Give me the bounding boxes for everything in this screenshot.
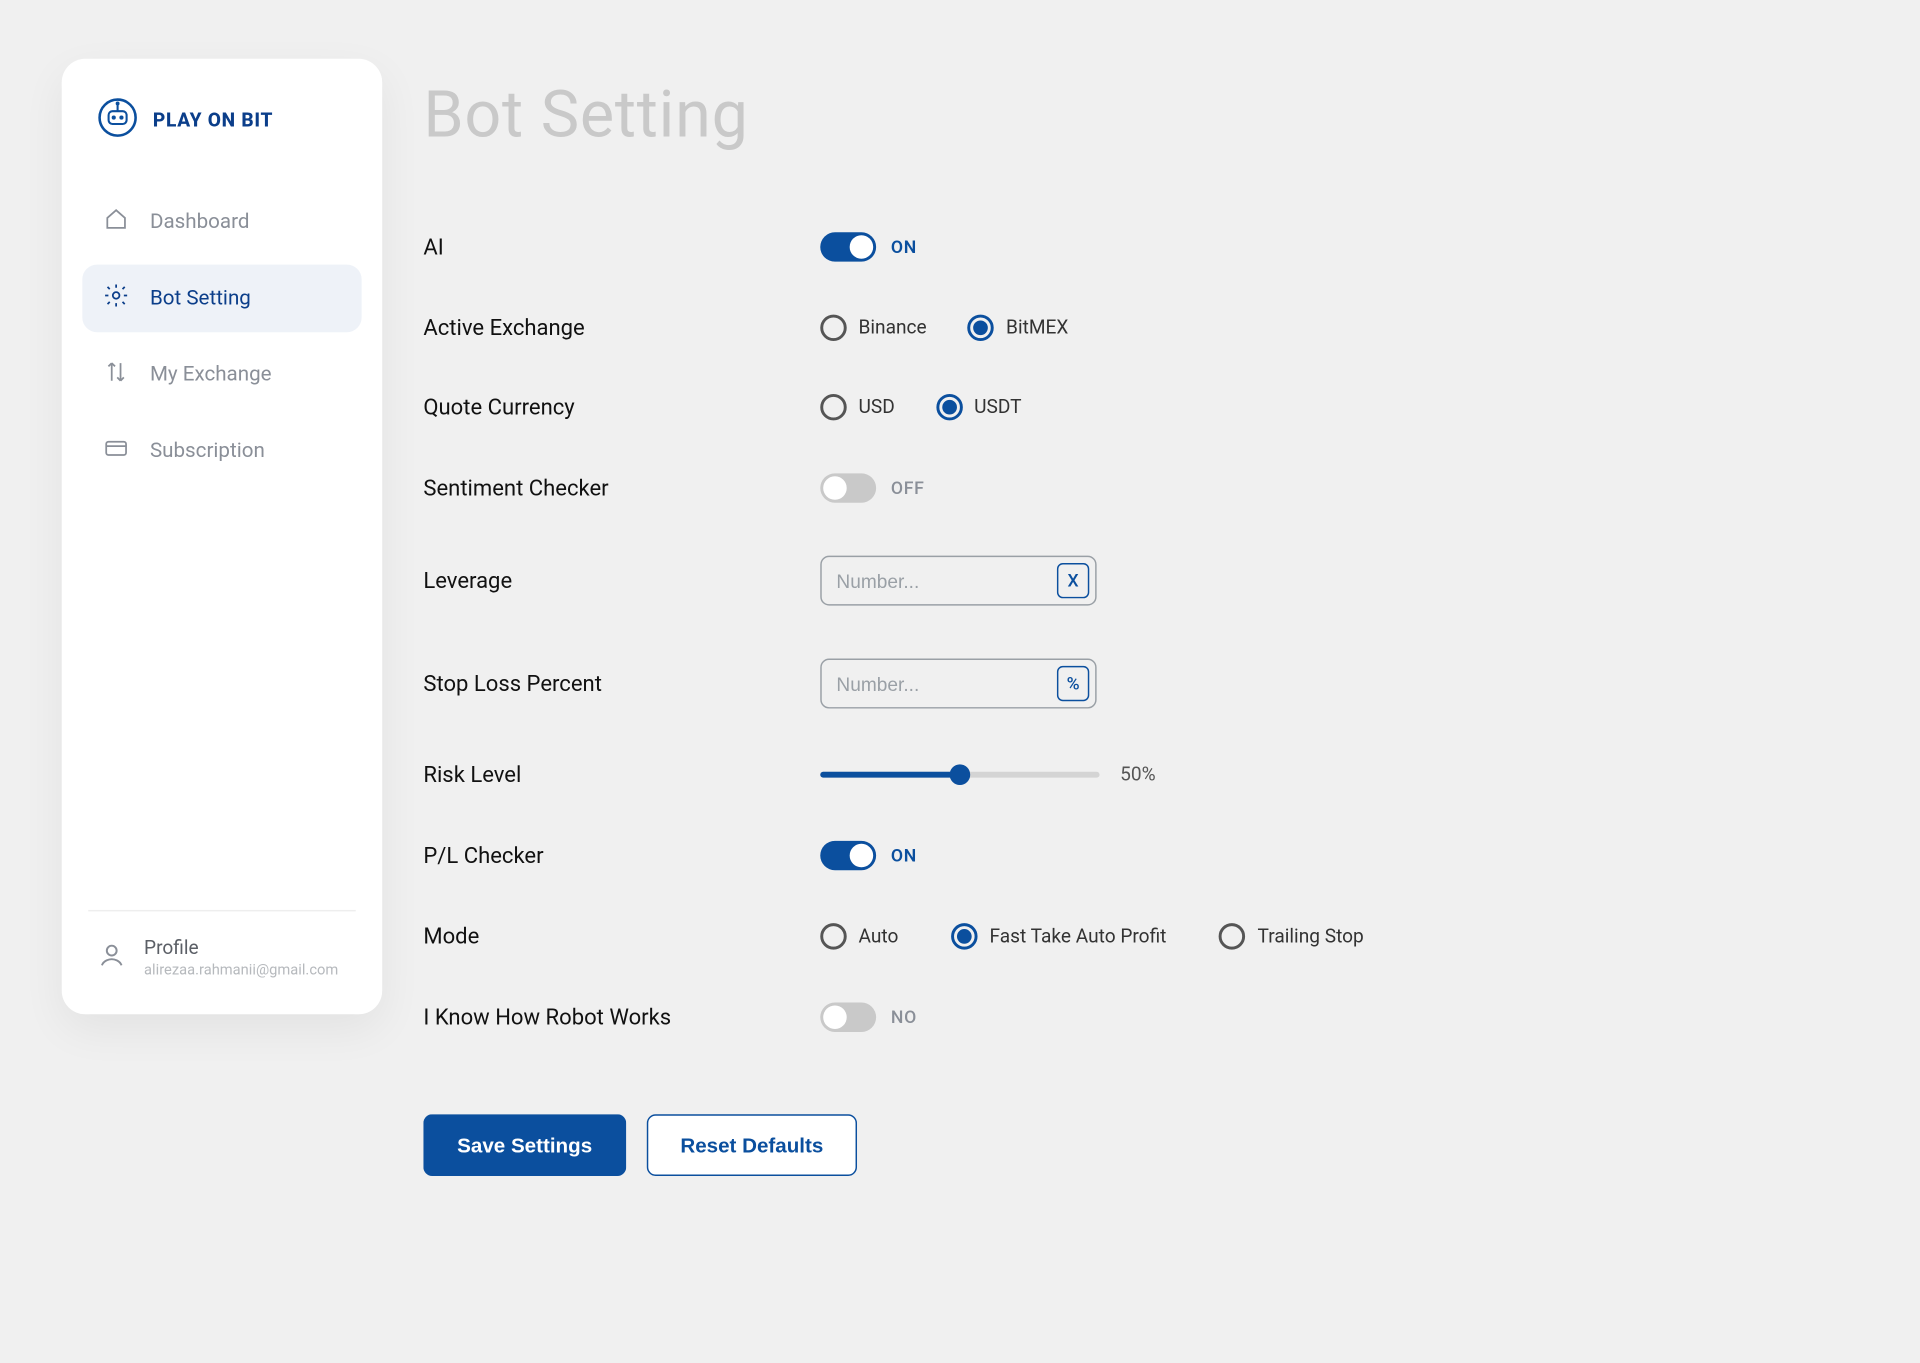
setting-quote-currency: Quote Currency USD USDT xyxy=(423,394,1834,420)
sidebar-item-subscription[interactable]: Subscription xyxy=(82,417,361,485)
sidebar: PLAY ON BIT Dashboard Bot Setting xyxy=(62,59,382,1015)
setting-stoploss: Stop Loss Percent % xyxy=(423,659,1834,709)
active-exchange-label: Active Exchange xyxy=(423,315,820,341)
radio-label: USD xyxy=(858,396,894,418)
radio-trailing-stop[interactable]: Trailing Stop xyxy=(1219,923,1363,949)
pl-checker-toggle[interactable]: ON xyxy=(820,841,917,870)
page-title: Bot Setting xyxy=(423,76,1834,152)
setting-sentiment: Sentiment Checker OFF xyxy=(423,473,1834,502)
setting-pl-checker: P/L Checker ON xyxy=(423,841,1834,870)
mode-radio-group: Auto Fast Take Auto Profit Trailing Stop xyxy=(820,923,1364,949)
quote-currency-label: Quote Currency xyxy=(423,394,820,420)
risk-slider[interactable] xyxy=(820,764,1099,785)
profile-email: alirezaa.rahmanii@gmail.com xyxy=(144,963,338,979)
radio-label: BitMEX xyxy=(1006,317,1068,339)
pl-checker-label: P/L Checker xyxy=(423,842,820,868)
sidebar-item-dashboard[interactable]: Dashboard xyxy=(82,188,361,256)
radio-binance[interactable]: Binance xyxy=(820,315,926,341)
ai-toggle[interactable]: ON xyxy=(820,232,917,261)
pl-checker-toggle-state: ON xyxy=(891,845,917,866)
radio-label: Auto xyxy=(858,925,898,947)
card-icon xyxy=(103,435,129,467)
mode-label: Mode xyxy=(423,923,820,949)
leverage-label: Leverage xyxy=(423,567,820,593)
setting-ai: AI ON xyxy=(423,232,1834,261)
radio-label: Fast Take Auto Profit xyxy=(989,925,1166,947)
radio-bitmex[interactable]: BitMEX xyxy=(968,315,1069,341)
ai-label: AI xyxy=(423,234,820,260)
logo: PLAY ON BIT xyxy=(62,59,382,180)
stoploss-input-wrap: % xyxy=(820,659,1096,709)
robot-logo-icon xyxy=(97,97,138,144)
stoploss-suffix: % xyxy=(1057,666,1089,701)
risk-label: Risk Level xyxy=(423,761,820,787)
risk-value: 50% xyxy=(1120,764,1155,786)
sidebar-profile[interactable]: Profile alirezaa.rahmanii@gmail.com xyxy=(88,910,356,1014)
ai-toggle-state: ON xyxy=(891,237,917,258)
know-robot-toggle[interactable]: NO xyxy=(820,1003,917,1032)
sidebar-nav: Dashboard Bot Setting My xyxy=(62,179,382,494)
sentiment-toggle-state: OFF xyxy=(891,478,925,499)
radio-auto[interactable]: Auto xyxy=(820,923,898,949)
profile-title: Profile xyxy=(144,938,338,960)
sentiment-toggle[interactable]: OFF xyxy=(820,473,924,502)
exchange-arrows-icon xyxy=(103,359,129,391)
quote-currency-radio-group: USD USDT xyxy=(820,394,1021,420)
user-icon xyxy=(97,941,126,976)
radio-label: Trailing Stop xyxy=(1258,925,1364,947)
gear-icon xyxy=(103,282,129,314)
setting-mode: Mode Auto Fast Take Auto Profit xyxy=(423,923,1834,949)
reset-defaults-button[interactable]: Reset Defaults xyxy=(647,1114,858,1176)
sidebar-item-label: Dashboard xyxy=(150,210,250,234)
sidebar-item-label: Bot Setting xyxy=(150,287,251,311)
know-robot-label: I Know How Robot Works xyxy=(423,1004,820,1030)
active-exchange-radio-group: Binance BitMEX xyxy=(820,315,1068,341)
sentiment-label: Sentiment Checker xyxy=(423,475,820,501)
stoploss-label: Stop Loss Percent xyxy=(423,670,820,696)
save-settings-button[interactable]: Save Settings xyxy=(423,1114,626,1176)
radio-usdt[interactable]: USDT xyxy=(936,394,1022,420)
radio-label: USDT xyxy=(974,396,1021,418)
know-robot-toggle-state: NO xyxy=(891,1007,917,1028)
sidebar-item-label: Subscription xyxy=(150,440,265,464)
main-content: Bot Setting AI ON Active Exchange xyxy=(423,76,1834,1176)
radio-fast-take[interactable]: Fast Take Auto Profit xyxy=(951,923,1166,949)
brand-name: PLAY ON BIT xyxy=(153,110,273,132)
sidebar-item-bot-setting[interactable]: Bot Setting xyxy=(82,265,361,333)
home-icon xyxy=(103,206,129,238)
action-buttons: Save Settings Reset Defaults xyxy=(423,1114,1834,1176)
sidebar-item-my-exchange[interactable]: My Exchange xyxy=(82,341,361,409)
setting-risk: Risk Level 50% xyxy=(423,761,1834,787)
leverage-suffix: X xyxy=(1057,563,1089,598)
stoploss-input[interactable] xyxy=(836,673,1048,695)
radio-label: Binance xyxy=(858,317,926,339)
leverage-input[interactable] xyxy=(836,570,1048,592)
leverage-input-wrap: X xyxy=(820,556,1096,606)
setting-active-exchange: Active Exchange Binance BitMEX xyxy=(423,315,1834,341)
radio-usd[interactable]: USD xyxy=(820,394,895,420)
sidebar-item-label: My Exchange xyxy=(150,363,272,387)
setting-leverage: Leverage X xyxy=(423,556,1834,606)
setting-know-robot: I Know How Robot Works NO xyxy=(423,1003,1834,1032)
